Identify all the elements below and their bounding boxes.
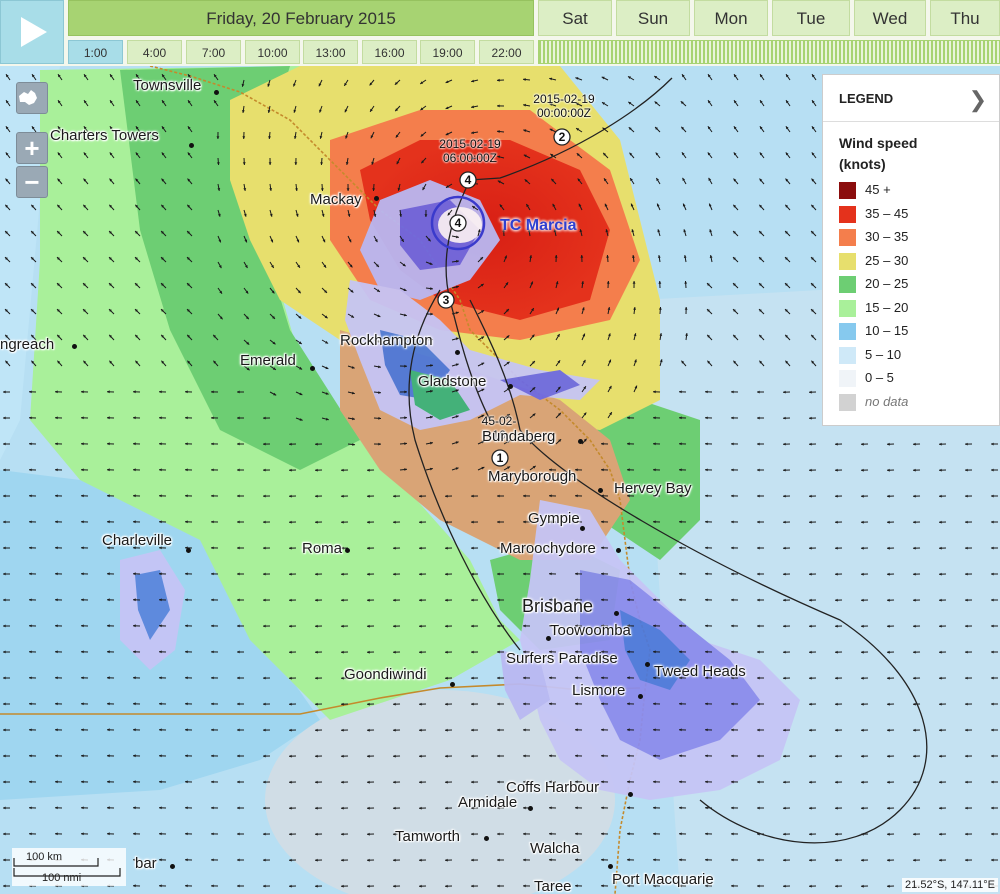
city-mackay: Mackay [310, 191, 362, 208]
legend-item: 15 – 20 [839, 299, 989, 317]
legend-swatch [839, 393, 856, 411]
city-port-macquarie: Port Macquarie [612, 871, 714, 888]
legend-swatch [839, 205, 856, 223]
city-armidale: Armidale [458, 794, 518, 811]
legend-label: 0 – 5 [865, 370, 894, 385]
city-maryborough: Maryborough [488, 468, 577, 485]
cyclone-name-label[interactable]: TC Marcia [500, 217, 576, 235]
city-brisbane: Brisbane [522, 596, 594, 616]
legend-item: 25 – 30 [839, 252, 989, 270]
city-gympie: Gympie [528, 510, 580, 527]
track-cat-2: 4 [464, 173, 472, 187]
legend-swatch [839, 370, 856, 387]
city-walcha: Walcha [530, 840, 580, 857]
day-tab-wed[interactable]: Wed [854, 0, 926, 36]
city-tweed-heads: Tweed Heads [654, 663, 746, 680]
city-coffs-harbour: Coffs Harbour [506, 779, 600, 796]
hour-tab-2200[interactable]: 22:00 [479, 40, 534, 64]
city-roma: Roma [302, 540, 343, 557]
australia-icon [19, 90, 37, 105]
city-rockhampton: Rockhampton [340, 332, 433, 349]
legend-label: no data [865, 393, 909, 409]
city-toowoomba: Toowoomba [550, 622, 631, 639]
scale-km: 100 km [26, 851, 63, 863]
legend-swatch [839, 182, 856, 199]
day-tab-sun[interactable]: Sun [616, 0, 690, 36]
current-date-tab[interactable]: Friday, 20 February 2015 [68, 0, 534, 36]
hour-tab-1300[interactable]: 13:00 [303, 40, 358, 64]
hour-tab-1600[interactable]: 16:00 [362, 40, 417, 64]
hour-tab-0400[interactable]: 4:00 [127, 40, 182, 64]
city-longreach: ngreach [0, 336, 55, 353]
track-label-1: 2015-02-19 00:00:00Z [533, 92, 595, 120]
legend-label: 10 – 15 [865, 323, 909, 338]
legend-swatch [839, 323, 856, 340]
legend-label: 35 – 45 [865, 205, 909, 221]
legend-label: 30 – 35 [865, 229, 909, 244]
city-bundaberg: Bundaberg [482, 428, 556, 445]
scale-bar: 100 km 100 nmi [12, 848, 126, 886]
legend-label: 45 + [865, 182, 891, 197]
day-tab-thu[interactable]: Thu [930, 0, 1000, 36]
legend-label: 20 – 25 [865, 276, 909, 291]
day-tab-mon[interactable]: Mon [694, 0, 768, 36]
legend-swatch [839, 229, 856, 246]
legend-item: 5 – 10 [839, 346, 989, 364]
track-cat-4: 3 [442, 293, 450, 307]
legend-swatch [839, 276, 856, 293]
time-control-bar: Friday, 20 February 2015 Sat Sun Mon Tue… [0, 0, 1000, 66]
city-gladstone: Gladstone [418, 373, 487, 390]
play-icon [21, 17, 47, 47]
city-charleville: Charleville [102, 532, 173, 549]
legend-item: 0 – 5 [839, 369, 989, 387]
city-emerald: Emerald [240, 352, 296, 369]
legend-swatch [839, 299, 856, 317]
legend-item: 35 – 45 [839, 205, 989, 223]
track-label-2: 2015-02-19 06:00:00Z [439, 137, 501, 165]
play-button[interactable] [0, 0, 64, 64]
day-tab-sat[interactable]: Sat [538, 0, 612, 36]
legend-swatch [839, 252, 856, 270]
chevron-right-icon[interactable]: ❯ [969, 87, 987, 113]
legend-subtitle: Wind speed (knots) [839, 135, 918, 172]
zoom-out-button[interactable]: − [16, 166, 48, 198]
legend-item: 45 + [839, 181, 989, 199]
cursor-coordinates: 21.52°S, 147.11°E [902, 878, 998, 892]
city-tamworth: Tamworth [395, 828, 461, 845]
city-taree: Taree [534, 878, 572, 894]
city-maroochydore: Maroochydore [500, 540, 596, 557]
hour-tab-1900[interactable]: 19:00 [420, 40, 475, 64]
future-timeline-track[interactable] [538, 40, 1000, 64]
city-goondiwindi: Goondiwindi [344, 666, 427, 683]
scale-nmi: 100 nmi [42, 872, 82, 884]
hour-tab-0700[interactable]: 7:00 [186, 40, 241, 64]
legend-label: 15 – 20 [865, 299, 909, 315]
city-charters-towers: Charters Towers [50, 127, 159, 144]
legend-label: 25 – 30 [865, 252, 909, 268]
hour-tab-0100[interactable]: 1:00 [68, 40, 123, 64]
legend-item: no data [839, 393, 989, 411]
city-cobar: bar [135, 855, 157, 872]
legend-title: LEGEND [839, 91, 894, 106]
day-tab-tue[interactable]: Tue [772, 0, 850, 36]
legend-panel: LEGEND ❯ Wind speed (knots) 45 + 35 – 45 30… [822, 74, 1000, 426]
track-cat-1: 2 [558, 130, 566, 144]
track-cat-5: 1 [496, 451, 504, 465]
city-lismore: Lismore [572, 682, 626, 699]
city-hervey-bay: Hervey Bay [614, 480, 692, 497]
reset-view-button[interactable] [16, 82, 48, 114]
legend-item: 20 – 25 [839, 275, 989, 293]
legend-item: 30 – 35 [839, 228, 989, 246]
track-cat-3: 4 [454, 216, 462, 230]
legend-label: 5 – 10 [865, 346, 902, 362]
city-surfers-paradise: Surfers Paradise [506, 650, 618, 667]
legend-header[interactable]: LEGEND ❯ [823, 75, 999, 122]
legend-swatch [839, 346, 856, 364]
legend-item: 10 – 15 [839, 322, 989, 340]
city-townsville: Townsville [133, 77, 202, 94]
hour-tab-1000[interactable]: 10:00 [245, 40, 300, 64]
zoom-in-button[interactable]: + [16, 132, 48, 164]
